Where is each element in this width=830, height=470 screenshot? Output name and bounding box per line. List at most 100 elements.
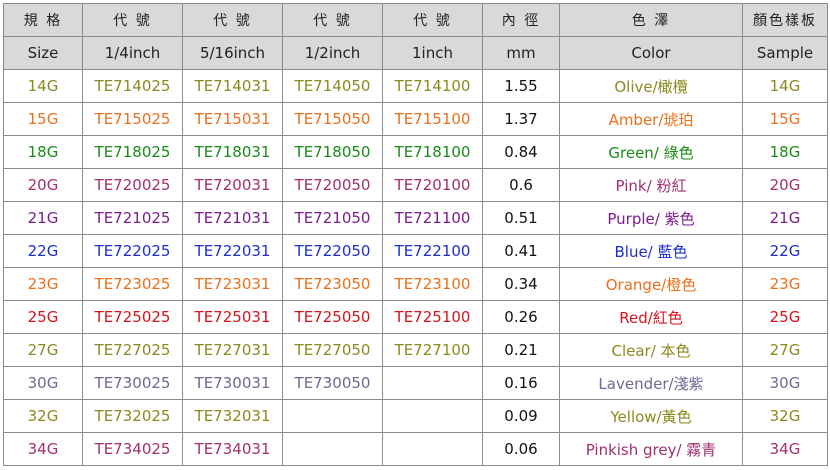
- code-quarter-inch-cell: TE718025: [82, 135, 183, 169]
- code-half-inch-cell: TE723050: [282, 267, 383, 301]
- inner-diameter-cell: 0.09: [482, 399, 560, 433]
- color-name-cell: Purple/ 紫色: [559, 201, 743, 235]
- code-half-inch-cell: TE725050: [282, 300, 383, 334]
- color-sample-cell: 27G: [742, 333, 828, 367]
- table-row: 30G TE730025 TE730031 TE730050 0.16 Lave…: [3, 366, 828, 400]
- color-sample-cell: 21G: [742, 201, 828, 235]
- color-sample-cell: 34G: [742, 432, 828, 466]
- code-half-inch-cell: TE715050: [282, 102, 383, 136]
- color-sample-cell: 15G: [742, 102, 828, 136]
- code-half-inch-cell: TE714050: [282, 69, 383, 103]
- header-cn-sample: 顏色樣板: [742, 3, 828, 37]
- color-sample-cell: 18G: [742, 135, 828, 169]
- code-one-inch-cell: TE725100: [382, 300, 483, 334]
- color-name-cell: Pink/ 粉紅: [559, 168, 743, 202]
- code-quarter-inch-cell: TE715025: [82, 102, 183, 136]
- code-quarter-inch-cell: TE722025: [82, 234, 183, 268]
- code-5-16-inch-cell: TE718031: [182, 135, 283, 169]
- inner-diameter-cell: 0.41: [482, 234, 560, 268]
- color-name-cell: Pinkish grey/ 霧青: [559, 432, 743, 466]
- color-name-cell: Lavender/淺紫: [559, 366, 743, 400]
- table-row: 20G TE720025 TE720031 TE720050 TE720100 …: [3, 168, 828, 202]
- header-en-5-16-inch: 5/16inch: [182, 36, 283, 70]
- spec-table: 規 格 代 號 代 號 代 號 代 號 內 徑 色 澤 顏色樣板 Size 1/…: [3, 3, 828, 466]
- inner-diameter-cell: 0.51: [482, 201, 560, 235]
- code-one-inch-cell: TE720100: [382, 168, 483, 202]
- header-en-size: Size: [3, 36, 83, 70]
- color-sample-cell: 30G: [742, 366, 828, 400]
- code-half-inch-cell: TE721050: [282, 201, 383, 235]
- header-cn-inner-diameter: 內 徑: [482, 3, 560, 37]
- code-quarter-inch-cell: TE720025: [82, 168, 183, 202]
- size-cell: 32G: [3, 399, 83, 433]
- code-quarter-inch-cell: TE721025: [82, 201, 183, 235]
- size-cell: 25G: [3, 300, 83, 334]
- code-quarter-inch-cell: TE730025: [82, 366, 183, 400]
- header-en-quarter-inch: 1/4inch: [82, 36, 183, 70]
- table-row: 25G TE725025 TE725031 TE725050 TE725100 …: [3, 300, 828, 334]
- code-5-16-inch-cell: TE715031: [182, 102, 283, 136]
- table-row: 21G TE721025 TE721031 TE721050 TE721100 …: [3, 201, 828, 235]
- code-one-inch-cell: TE727100: [382, 333, 483, 367]
- table-row: 22G TE722025 TE722031 TE722050 TE722100 …: [3, 234, 828, 268]
- inner-diameter-cell: 0.16: [482, 366, 560, 400]
- inner-diameter-cell: 0.06: [482, 432, 560, 466]
- inner-diameter-cell: 0.6: [482, 168, 560, 202]
- code-half-inch-cell: TE730050: [282, 366, 383, 400]
- color-sample-cell: 32G: [742, 399, 828, 433]
- table-row: 18G TE718025 TE718031 TE718050 TE718100 …: [3, 135, 828, 169]
- code-one-inch-cell: [382, 366, 483, 400]
- code-one-inch-cell: [382, 432, 483, 466]
- table-row: 23G TE723025 TE723031 TE723050 TE723100 …: [3, 267, 828, 301]
- code-5-16-inch-cell: TE723031: [182, 267, 283, 301]
- code-quarter-inch-cell: TE723025: [82, 267, 183, 301]
- code-5-16-inch-cell: TE734031: [182, 432, 283, 466]
- color-name-cell: Amber/琥珀: [559, 102, 743, 136]
- table-row: 14G TE714025 TE714031 TE714050 TE714100 …: [3, 69, 828, 103]
- header-en-sample: Sample: [742, 36, 828, 70]
- color-name-cell: Orange/橙色: [559, 267, 743, 301]
- code-quarter-inch-cell: TE734025: [82, 432, 183, 466]
- table-row: 32G TE732025 TE732031 0.09 Yellow/黃色 32G: [3, 399, 828, 433]
- size-cell: 22G: [3, 234, 83, 268]
- color-sample-cell: 23G: [742, 267, 828, 301]
- header-cn-size: 規 格: [3, 3, 83, 37]
- code-one-inch-cell: [382, 399, 483, 433]
- table-row: 27G TE727025 TE727031 TE727050 TE727100 …: [3, 333, 828, 367]
- code-half-inch-cell: TE727050: [282, 333, 383, 367]
- code-quarter-inch-cell: TE732025: [82, 399, 183, 433]
- color-sample-cell: 25G: [742, 300, 828, 334]
- color-name-cell: Red/紅色: [559, 300, 743, 334]
- code-one-inch-cell: TE722100: [382, 234, 483, 268]
- color-name-cell: Yellow/黃色: [559, 399, 743, 433]
- header-cn-color: 色 澤: [559, 3, 743, 37]
- code-5-16-inch-cell: TE714031: [182, 69, 283, 103]
- header-cn-code-inch: 代 號: [382, 3, 483, 37]
- code-one-inch-cell: TE715100: [382, 102, 483, 136]
- color-name-cell: Olive/橄欖: [559, 69, 743, 103]
- header-cn-code-5-16: 代 號: [182, 3, 283, 37]
- table-row: 34G TE734025 TE734031 0.06 Pinkish grey/…: [3, 432, 828, 466]
- size-cell: 20G: [3, 168, 83, 202]
- inner-diameter-cell: 0.34: [482, 267, 560, 301]
- color-name-cell: Blue/ 藍色: [559, 234, 743, 268]
- code-one-inch-cell: TE714100: [382, 69, 483, 103]
- inner-diameter-cell: 1.37: [482, 102, 560, 136]
- code-5-16-inch-cell: TE722031: [182, 234, 283, 268]
- code-5-16-inch-cell: TE730031: [182, 366, 283, 400]
- header-cn-code-quarter: 代 號: [82, 3, 183, 37]
- code-5-16-inch-cell: TE721031: [182, 201, 283, 235]
- header-cn-code-half: 代 號: [282, 3, 383, 37]
- size-cell: 14G: [3, 69, 83, 103]
- code-half-inch-cell: [282, 399, 383, 433]
- inner-diameter-cell: 1.55: [482, 69, 560, 103]
- size-cell: 23G: [3, 267, 83, 301]
- header-en-color: Color: [559, 36, 743, 70]
- header-en-mm: mm: [482, 36, 560, 70]
- size-cell: 18G: [3, 135, 83, 169]
- code-one-inch-cell: TE721100: [382, 201, 483, 235]
- inner-diameter-cell: 0.21: [482, 333, 560, 367]
- color-sample-cell: 22G: [742, 234, 828, 268]
- color-name-cell: Clear/ 本色: [559, 333, 743, 367]
- code-one-inch-cell: TE718100: [382, 135, 483, 169]
